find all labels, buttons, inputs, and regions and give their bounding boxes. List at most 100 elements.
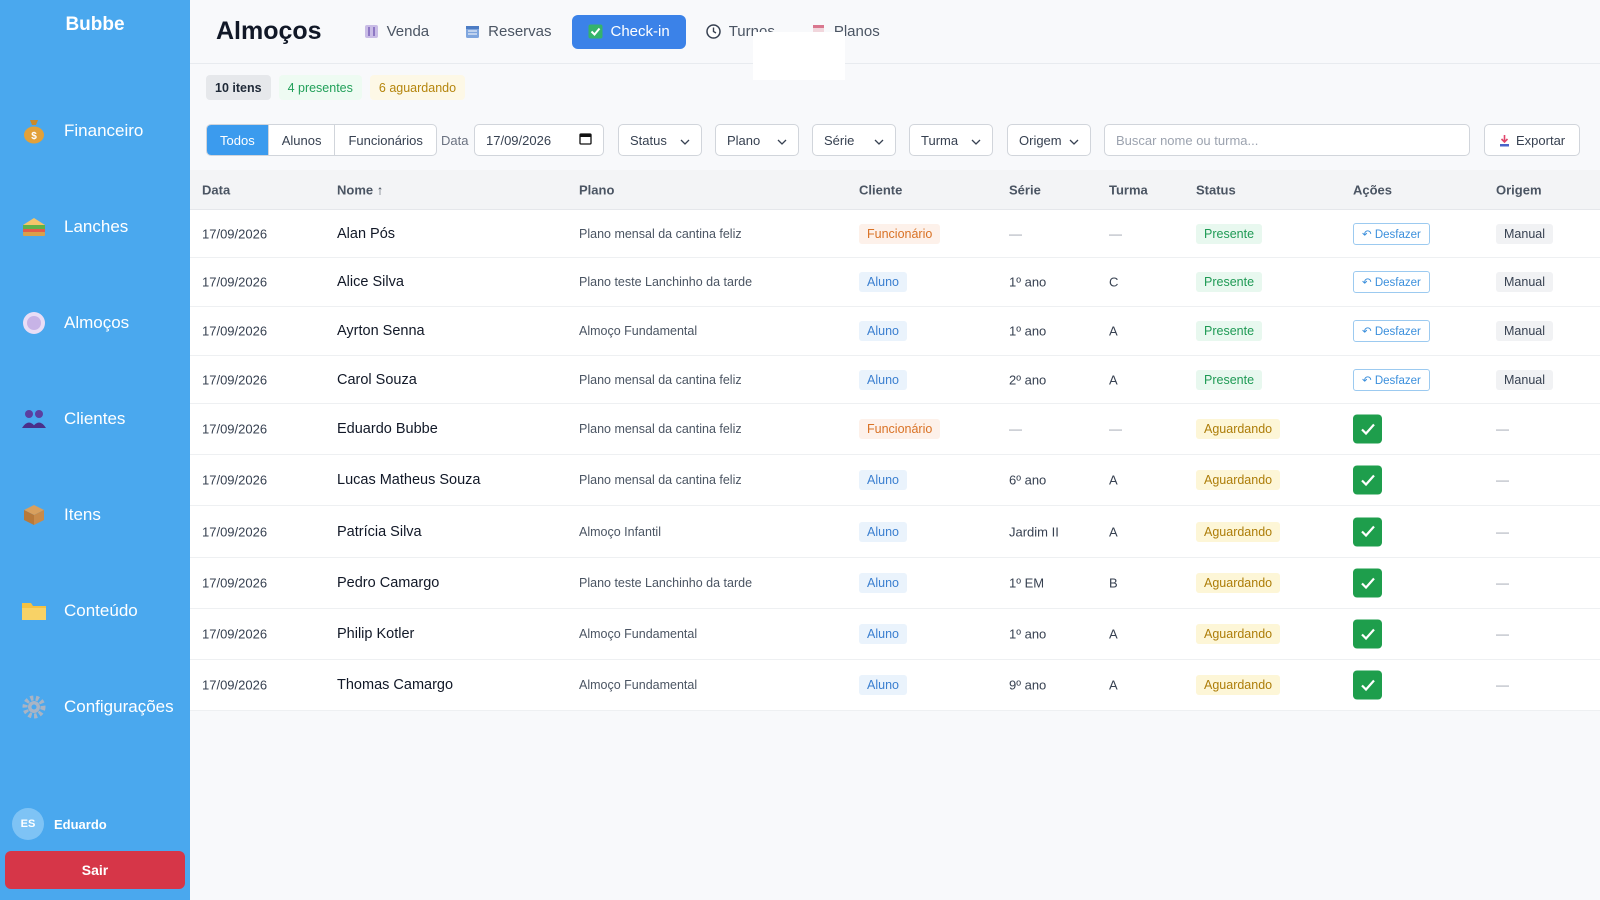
calendar-icon[interactable] bbox=[579, 132, 592, 148]
sidebar-item-almocos[interactable]: Almoços bbox=[20, 305, 129, 341]
client-type-badge: Aluno bbox=[859, 573, 907, 593]
checkin-button[interactable] bbox=[1353, 465, 1382, 495]
brand-logo[interactable]: Bubbe bbox=[0, 14, 190, 36]
sidebar-item-lanches[interactable]: Lanches bbox=[20, 209, 128, 245]
row-origin: — bbox=[1496, 626, 1509, 642]
table-row: 17/09/2026 Pedro Camargo Plano teste Lanch… bbox=[190, 558, 1600, 609]
chevron-down-icon bbox=[680, 133, 690, 148]
col-status[interactable]: Status bbox=[1196, 182, 1236, 197]
table-row: 17/09/2026 Patrícia Silva Almoço Infantil A… bbox=[190, 506, 1600, 558]
col-cliente[interactable]: Cliente bbox=[859, 182, 902, 197]
export-button[interactable]: Exportar bbox=[1484, 124, 1580, 156]
checkin-button[interactable] bbox=[1353, 670, 1382, 700]
status-select[interactable]: Status bbox=[618, 124, 702, 156]
row-origin: — bbox=[1496, 421, 1509, 437]
filter-bar: Todos Alunos Funcionários Data 17/09/202… bbox=[206, 124, 1586, 156]
serie-select[interactable]: Série bbox=[812, 124, 896, 156]
client-type-badge: Aluno bbox=[859, 272, 907, 292]
sidebar-item-configuracoes[interactable]: Configurações bbox=[20, 689, 174, 725]
row-origin: — bbox=[1496, 472, 1509, 488]
undo-icon: ↶ bbox=[1362, 277, 1375, 289]
row-turma: A bbox=[1109, 372, 1118, 387]
filter-alunos[interactable]: Alunos bbox=[269, 125, 336, 155]
table-row: 17/09/2026 Thomas Camargo Almoço Fundament… bbox=[190, 660, 1600, 711]
row-serie: 6º ano bbox=[1009, 472, 1047, 488]
cutlery-icon bbox=[364, 24, 379, 39]
sidebar-item-conteudo[interactable]: Conteúdo bbox=[20, 593, 138, 629]
row-turma: A bbox=[1109, 626, 1118, 642]
row-date: 17/09/2026 bbox=[202, 274, 268, 290]
tab-venda[interactable]: Venda bbox=[348, 15, 446, 49]
checkin-button[interactable] bbox=[1353, 517, 1382, 546]
checkin-button[interactable] bbox=[1353, 414, 1382, 444]
checkin-button[interactable] bbox=[1353, 568, 1382, 598]
undo-button[interactable]: ↶ Desfazer bbox=[1353, 368, 1430, 391]
turma-select[interactable]: Turma bbox=[909, 124, 993, 156]
date-input[interactable]: 17/09/2026 bbox=[474, 124, 604, 156]
row-date: 17/09/2026 bbox=[202, 575, 268, 591]
row-serie: — bbox=[1009, 226, 1022, 241]
filter-todos[interactable]: Todos bbox=[207, 125, 269, 155]
col-origem[interactable]: Origem bbox=[1496, 182, 1542, 197]
header: Almoços Venda Reservas Check-in Turnos P… bbox=[190, 0, 1600, 80]
sidebar-item-label: Conteúdo bbox=[64, 601, 138, 620]
sidebar-item-clientes[interactable]: Clientes bbox=[20, 401, 125, 437]
row-date: 17/09/2026 bbox=[202, 421, 268, 437]
row-name: Ayrton Senna bbox=[337, 323, 425, 339]
row-serie: 1º EM bbox=[1009, 575, 1045, 591]
client-type-badge: Aluno bbox=[859, 470, 907, 490]
undo-icon: ↶ bbox=[1362, 374, 1375, 387]
sidebar-item-itens[interactable]: Itens bbox=[20, 497, 101, 533]
row-turma: C bbox=[1109, 274, 1119, 290]
gear-icon bbox=[20, 693, 48, 721]
tab-label: Check-in bbox=[610, 23, 670, 40]
row-turma: A bbox=[1109, 323, 1118, 339]
checkbox-icon bbox=[588, 24, 603, 39]
row-date: 17/09/2026 bbox=[202, 677, 268, 693]
clock-icon bbox=[705, 24, 721, 39]
row-serie: 1º ano bbox=[1009, 323, 1047, 339]
row-plan: Almoço Fundamental bbox=[579, 324, 698, 338]
chevron-down-icon bbox=[971, 133, 981, 148]
filter-funcionarios[interactable]: Funcionários bbox=[335, 125, 435, 155]
origem-select[interactable]: Origem bbox=[1007, 124, 1091, 156]
plano-select[interactable]: Plano bbox=[715, 124, 799, 156]
client-type-badge: Aluno bbox=[859, 521, 907, 542]
row-turma: A bbox=[1109, 524, 1118, 539]
col-data[interactable]: Data bbox=[202, 182, 230, 197]
logout-button[interactable]: Sair bbox=[5, 851, 185, 889]
sidebar-item-label: Clientes bbox=[64, 409, 126, 428]
row-name: Alice Silva bbox=[337, 274, 404, 290]
table-row: 17/09/2026 Ayrton Senna Almoço Fundamental… bbox=[190, 307, 1600, 356]
checkmark-icon bbox=[1360, 525, 1376, 539]
status-badge: Aguardando bbox=[1196, 675, 1281, 695]
client-type-badge: Aluno bbox=[859, 675, 907, 695]
undo-button[interactable]: ↶ Desfazer bbox=[1353, 222, 1430, 245]
origin-badge: Manual bbox=[1496, 272, 1553, 292]
origin-badge: Manual bbox=[1496, 223, 1553, 244]
status-select-label: Status bbox=[630, 132, 667, 148]
undo-label: Desfazer bbox=[1374, 277, 1421, 289]
col-serie[interactable]: Série bbox=[1009, 182, 1041, 197]
col-turma[interactable]: Turma bbox=[1109, 182, 1148, 197]
sidebar-item-financeiro[interactable]: $ Financeiro bbox=[20, 113, 143, 149]
undo-button[interactable]: ↶ Desfazer bbox=[1353, 271, 1430, 293]
col-nome[interactable]: Nome ↑ bbox=[337, 182, 383, 197]
waiting-count-badge: 6 aguardando bbox=[369, 75, 466, 100]
col-plano[interactable]: Plano bbox=[579, 182, 614, 197]
undo-button[interactable]: ↶ Desfazer bbox=[1353, 320, 1430, 342]
undo-label: Desfazer bbox=[1374, 326, 1421, 338]
main-content: Almoços Venda Reservas Check-in Turnos P… bbox=[190, 0, 1600, 900]
search-input[interactable]: Buscar nome ou turma... bbox=[1104, 124, 1470, 156]
sidebar-item-label: Lanches bbox=[64, 217, 129, 236]
row-origin: — bbox=[1496, 524, 1509, 539]
user-profile[interactable]: ES Eduardo bbox=[12, 808, 107, 840]
table-row: 17/09/2026 Lucas Matheus Souza Plano mensa… bbox=[190, 455, 1600, 506]
undo-label: Desfazer bbox=[1374, 374, 1421, 387]
row-plan: Plano mensal da cantina feliz bbox=[579, 473, 742, 487]
row-name: Eduardo Bubbe bbox=[337, 421, 438, 437]
tab-reservas[interactable]: Reservas bbox=[449, 15, 567, 49]
checkin-button[interactable] bbox=[1353, 619, 1382, 649]
tab-check-in[interactable]: Check-in bbox=[571, 14, 686, 49]
row-name: Lucas Matheus Souza bbox=[337, 472, 481, 488]
